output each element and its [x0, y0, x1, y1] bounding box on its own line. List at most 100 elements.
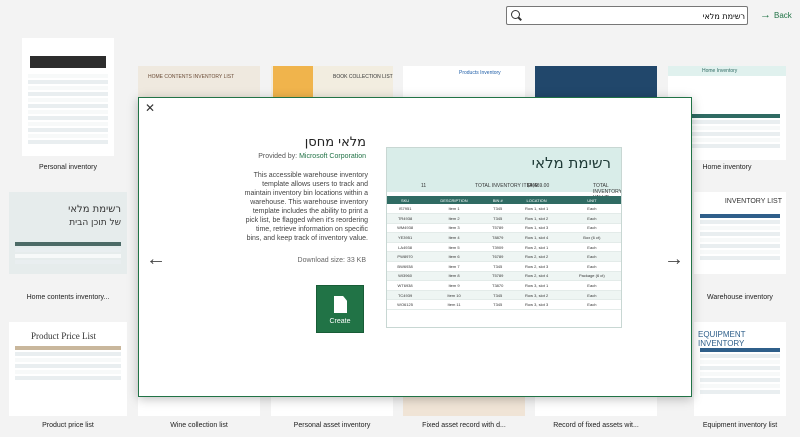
preview-table-cell: Each: [562, 261, 621, 272]
thumb-title: INVENTORY LIST: [724, 198, 782, 205]
thumb-title: רשימת מלאי: [68, 204, 121, 215]
preview-table-cell: Item 11: [423, 299, 485, 311]
label-record-fixed-assets: Record of fixed assets wit...: [553, 422, 639, 429]
preview-table-cell: WT6938: [387, 280, 424, 291]
thumb-rows: [700, 348, 780, 396]
preview-table-cell: T345: [484, 299, 511, 311]
label-warehouse-inventory: Warehouse inventory: [707, 294, 773, 301]
preview-table-cell: Each: [562, 251, 621, 263]
label-equipment-inventory: Equipment inventory list: [702, 422, 778, 429]
thumb-subtitle: של תוכן הבית: [69, 218, 121, 228]
close-icon[interactable]: ✕: [145, 101, 155, 115]
next-arrow-icon[interactable]: →: [664, 248, 684, 271]
preview-table-cell: Row 2, slot 2: [510, 251, 563, 263]
template-title: מלאי מחסן: [304, 135, 366, 150]
template-products-inventory[interactable]: Products Inventory: [403, 66, 525, 98]
template-home-contents[interactable]: רשימת מלאי של תוכן הבית: [9, 192, 127, 274]
thumb-title: Product Price List: [31, 331, 96, 341]
preview-table-row: WT6938 Item 9 T3870 Row 3, slot 1 Each: [387, 280, 621, 291]
label-home-contents: Home contents inventory...: [26, 294, 110, 301]
preview-table-cell: Box (6 ct): [562, 232, 621, 243]
template-fixed-asset-record[interactable]: [403, 397, 525, 416]
thumb-rows: [700, 214, 780, 262]
back-label: Back: [774, 10, 792, 20]
preview-table-header: DESCRIPTION: [423, 196, 485, 204]
template-description: This accessible warehouse inventory temp…: [244, 172, 368, 242]
preview-table-cell: Item 8: [423, 271, 485, 282]
template-equipment-inventory[interactable]: EQUIPMENT INVENTORY: [694, 322, 786, 416]
preview-table-cell: T345: [484, 261, 511, 272]
template-warehouse-inventory[interactable]: INVENTORY LIST: [694, 192, 786, 274]
thumb-title: BOOK COLLECTION LIST: [333, 74, 393, 80]
preview-table-cell: Row 1, slot 4: [510, 232, 563, 243]
thumb-title: EQUIPMENT INVENTORY: [698, 330, 746, 348]
label-product-price-list: Product price list: [42, 422, 94, 429]
template-preview-image: רשימת מלאי TOTAL INVENTORY VALUE: $4,469…: [386, 147, 622, 328]
preview-table-row: BW6938 Item 7 T345 Row 2, slot 3 Each: [387, 261, 621, 272]
preview-table-cell: Row 2, slot 1: [510, 242, 563, 253]
preview-table-cell: WI3960: [387, 271, 424, 282]
search-input[interactable]: [525, 9, 745, 23]
preview-table-cell: PW8970: [387, 251, 424, 263]
preview-table-cell: Row 2, slot 3: [510, 261, 563, 272]
search-icon[interactable]: [511, 10, 520, 19]
preview-table-cell: Package (6 ct): [562, 271, 621, 282]
template-personal-inventory[interactable]: [22, 38, 114, 156]
preview-table-cell: Each: [562, 290, 621, 301]
preview-table-cell: T5789: [484, 223, 511, 234]
preview-table-cell: Item 5: [423, 242, 485, 253]
provider-name: Microsoft Corporation: [299, 153, 366, 160]
template-book-collection[interactable]: BOOK COLLECTION LIST: [271, 66, 393, 98]
create-label: Create: [329, 318, 351, 325]
preview-table-cell: Row 2, slot 4: [510, 271, 563, 282]
preview-table-row: IS7951 Item 1 T345 Row 1, slot 1 Each: [387, 204, 621, 215]
preview-title: רשימת מלאי: [531, 154, 611, 172]
preview-table-header: LOCATION: [510, 196, 563, 204]
download-size: Download size: 33 KB: [297, 257, 366, 264]
preview-table-cell: TR4938: [387, 213, 424, 224]
preview-table-cell: Item 9: [423, 280, 485, 291]
thumb-title: Products Inventory: [459, 70, 501, 76]
preview-table-cell: Row 1, slot 1: [510, 204, 563, 215]
preview-table-row: LA4938 Item 5 T3909 Row 2, slot 1 Each: [387, 242, 621, 253]
template-wine-collection[interactable]: [138, 397, 260, 416]
thumb-title: HOME CONTENTS INVENTORY LIST: [148, 74, 235, 80]
template-product-price-list[interactable]: Product Price List: [9, 322, 127, 416]
preview-table-cell: Row 1, slot 3: [510, 223, 563, 234]
thumb-header: [30, 56, 106, 68]
preview-table-cell: Item 3: [423, 223, 485, 234]
preview-table-cell: T8879: [484, 232, 511, 243]
preview-table-cell: Each: [562, 223, 621, 234]
preview-table-cell: T345: [484, 290, 511, 301]
preview-table-header: BIN #: [484, 196, 511, 204]
preview-table-cell: Item 1: [423, 204, 485, 215]
preview-table-cell: Each: [562, 280, 621, 291]
thumb-book-image: [273, 66, 313, 98]
provided-by-label: Provided by:: [258, 153, 298, 160]
template-record-fixed-assets[interactable]: [535, 397, 657, 416]
preview-table-header: UNIT: [562, 196, 621, 204]
search-box[interactable]: [506, 6, 748, 25]
preview-table-row: WO6125 Item 11 T345 Row 3, slot 3 Each: [387, 299, 621, 311]
preview-table-cell: TC4939: [387, 290, 424, 301]
previous-arrow-icon[interactable]: ←: [146, 248, 166, 271]
preview-table-cell: Item 2: [423, 213, 485, 224]
template-personal-asset[interactable]: [271, 397, 393, 416]
preview-table-cell: T6789: [484, 251, 511, 263]
preview-table-cell: WM4938: [387, 223, 424, 234]
provided-by: Provided by: Microsoft Corporation: [226, 153, 366, 160]
preview-table-row: WI3960 Item 8 T5789 Row 2, slot 4 Package (6…: [387, 271, 621, 282]
preview-table-cell: Row 3, slot 1: [510, 280, 563, 291]
template-home-contents-top[interactable]: HOME CONTENTS INVENTORY LIST: [138, 66, 260, 98]
preview-total-items: 11: [421, 183, 427, 189]
label-personal-inventory: Personal inventory: [39, 164, 97, 171]
preview-table-cell: Each: [562, 242, 621, 253]
preview-table-header: SKU: [387, 196, 424, 204]
back-button[interactable]: → Back: [760, 9, 792, 21]
preview-table-row: TC4939 Item 10 T345 Row 3, slot 2 Each: [387, 290, 621, 301]
preview-table-row: YE3951 Item 4 T8879 Row 1, slot 4 Box (6 ct): [387, 232, 621, 243]
template-dark-inventory[interactable]: [535, 66, 657, 98]
preview-table-cell: Item 4: [423, 232, 485, 243]
create-button[interactable]: Create: [316, 285, 364, 333]
preview-table-cell: LA4938: [387, 242, 424, 253]
